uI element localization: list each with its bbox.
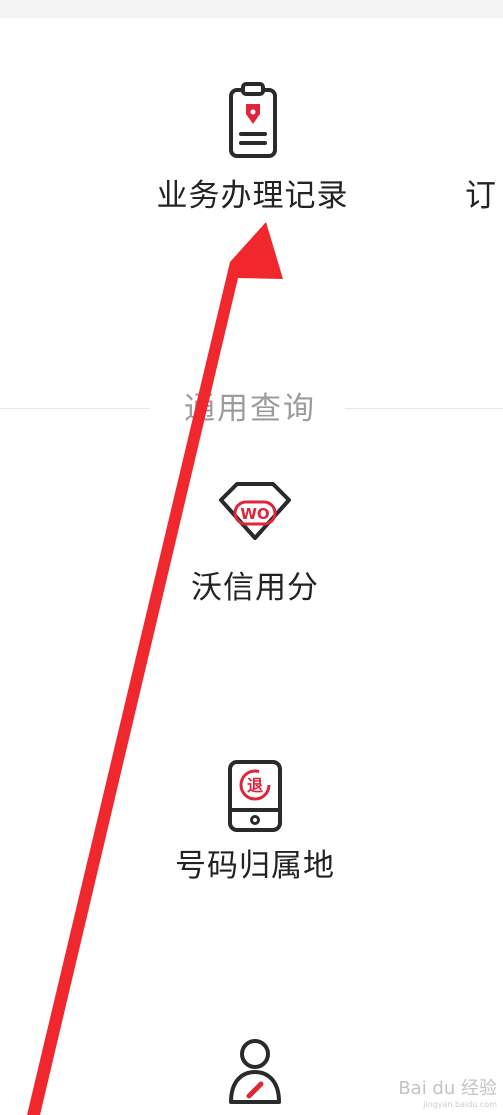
wo-badge-icon: WO [219,482,291,540]
order-item[interactable]: 订 [465,176,503,216]
number-location-item[interactable]: 退 号码归属地 [140,758,370,898]
phone-return-icon: 退 [228,760,282,832]
baidu-watermark: Bai du 经验 jingyan.baidu.com [398,1074,497,1109]
wo-credit-item[interactable]: WO 沃信用分 [150,478,360,618]
divider-left [0,408,150,409]
watermark-text: Bai du 经验 [398,1078,497,1099]
return-badge-text: 退 [247,776,263,795]
user-item[interactable] [200,1036,310,1115]
order-label: 订 [465,178,497,214]
number-location-label: 号码归属地 [175,848,335,884]
watermark-sub: jingyan.baidu.com [423,1100,497,1109]
annotation-arrow-shape [27,222,283,1115]
wo-badge-text: WO [240,505,269,523]
service-record-item[interactable]: 业务办理记录 [140,80,365,220]
clipboard-pen-icon [228,82,277,158]
section-title: 通用查询 [184,391,316,427]
user-edit-icon [229,1039,281,1104]
top-strip [0,0,503,18]
wo-credit-label: 沃信用分 [191,570,319,606]
divider-right [345,408,503,409]
service-record-label: 业务办理记录 [156,178,349,214]
